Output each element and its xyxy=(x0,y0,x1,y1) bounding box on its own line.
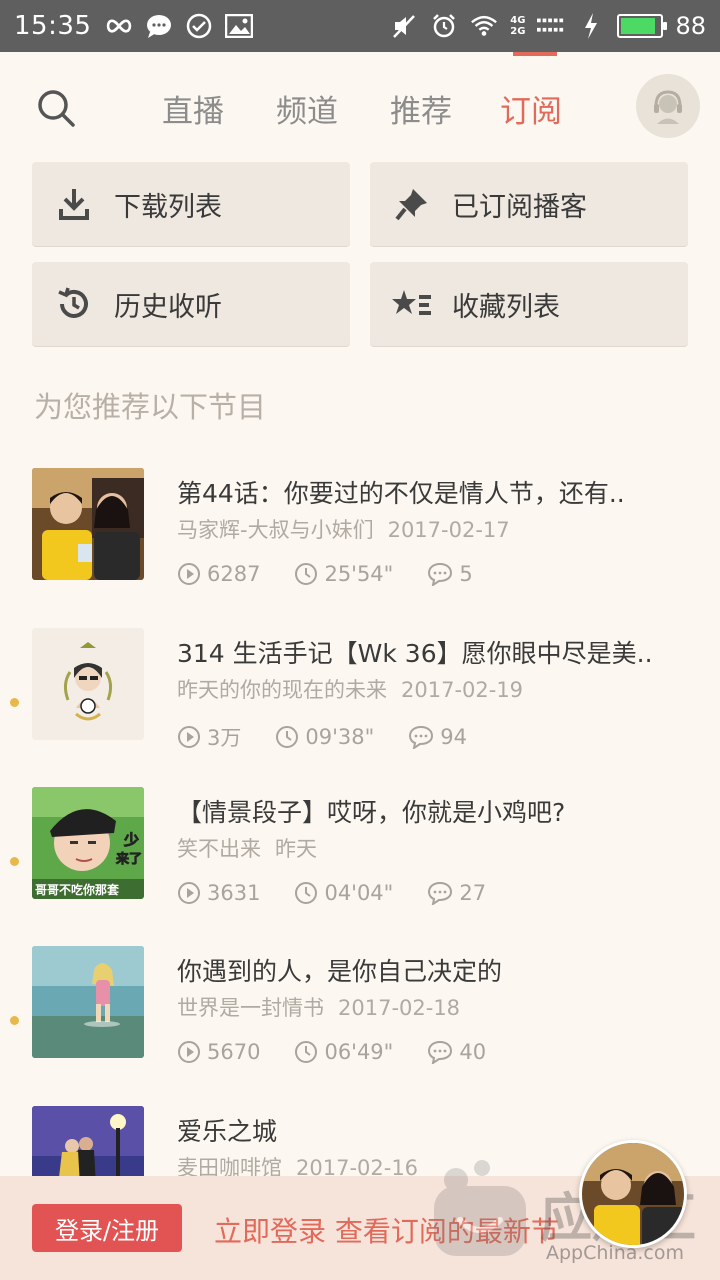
comment-icon xyxy=(428,1040,453,1064)
comment-icon xyxy=(428,562,453,586)
clock-icon xyxy=(295,1041,318,1063)
top-nav: 直播 频道 推荐 订阅 xyxy=(0,52,720,162)
play-count: 3631 xyxy=(207,881,261,905)
history-button[interactable]: 历史收听 xyxy=(32,262,350,346)
download-list-button[interactable]: 下载列表 xyxy=(32,162,350,246)
episode-date: 2017-02-17 xyxy=(387,518,510,542)
status-time: 15:35 xyxy=(14,11,92,41)
comment-count: 27 xyxy=(459,881,487,905)
list-item[interactable]: 你遇到的人，是你自己决定的 世界是一封情书 2017-02-18 5670 06'… xyxy=(0,946,720,1086)
floating-player-button[interactable] xyxy=(579,1140,687,1248)
alarm-icon xyxy=(430,12,458,40)
episode-title: 爱乐之城 xyxy=(177,1117,278,1146)
duration: 09'38" xyxy=(305,725,375,749)
episode-title: 你遇到的人，是你自己决定的 xyxy=(177,957,503,986)
search-icon[interactable] xyxy=(36,88,76,128)
thumb-text-b: 来了 xyxy=(115,851,142,867)
mute-icon xyxy=(390,12,418,40)
episode-stats: 5670 06'49" 40 xyxy=(177,1040,520,1064)
history-icon xyxy=(54,284,94,324)
wifi-icon xyxy=(470,12,498,40)
message-icon xyxy=(145,12,173,40)
download-list-label: 下载列表 xyxy=(114,191,222,223)
comment-count: 5 xyxy=(459,562,473,586)
episode-thumbnail xyxy=(32,468,144,580)
episode-date: 2017-02-18 xyxy=(338,996,461,1020)
comment-icon xyxy=(409,725,434,749)
infinity-icon xyxy=(105,12,133,40)
episode-date: 2017-02-19 xyxy=(401,678,524,702)
episode-meta: 笑不出来 昨天 xyxy=(177,833,317,863)
duration: 04'04" xyxy=(324,881,394,905)
subscribed-podcasts-label: 已订阅播客 xyxy=(452,191,587,223)
network-type: 4G 2G xyxy=(510,15,526,37)
tab-channel[interactable]: 频道 xyxy=(276,86,338,131)
image-icon xyxy=(225,12,254,40)
episode-meta: 昨天的你的现在的未来 2017-02-19 xyxy=(177,674,523,704)
tab-live[interactable]: 直播 xyxy=(162,86,224,131)
login-register-button[interactable]: 登录/注册 xyxy=(32,1204,182,1252)
favorites-button[interactable]: 收藏列表 xyxy=(370,262,688,346)
clock-icon xyxy=(295,563,318,585)
thumb-caption: 哥哥不吃你那套 xyxy=(35,882,120,897)
unread-dot xyxy=(10,1016,19,1025)
clock-icon xyxy=(295,882,318,904)
charging-icon xyxy=(577,12,605,40)
episode-title: 【情景段子】哎呀，你就是小鸡吧? xyxy=(177,798,566,827)
history-label: 历史收听 xyxy=(114,291,222,323)
active-tab-indicator xyxy=(513,52,557,56)
comment-icon xyxy=(428,881,453,905)
watermark-logo-icon xyxy=(430,1160,530,1260)
battery-icon xyxy=(617,14,668,38)
play-count: 6287 xyxy=(207,562,261,586)
list-item[interactable]: 314 生活手记【Wk 36】愿你眼中尽是美.. 昨天的你的现在的未来 2017-… xyxy=(0,628,720,768)
duration: 25'54" xyxy=(324,562,394,586)
comment-count: 40 xyxy=(459,1040,487,1064)
episode-title: 第44话：你要过的不仅是情人节，还有.. xyxy=(177,479,625,508)
play-count-icon xyxy=(178,563,200,585)
signal-icon xyxy=(537,12,565,40)
episode-thumbnail xyxy=(32,946,144,1058)
download-icon xyxy=(54,184,94,224)
tab-recommend[interactable]: 推荐 xyxy=(390,86,452,131)
episode-meta: 马家辉-大叔与小妹们 2017-02-17 xyxy=(177,514,510,544)
unread-dot xyxy=(10,698,19,707)
episode-title: 314 生活手记【Wk 36】愿你眼中尽是美.. xyxy=(177,639,653,668)
episode-meta: 世界是一封情书 2017-02-18 xyxy=(177,992,460,1022)
podcast-name[interactable]: 马家辉-大叔与小妹们 xyxy=(177,518,374,542)
headphone-user-icon xyxy=(654,90,682,124)
play-count-icon xyxy=(178,1041,200,1063)
episode-date: 昨天 xyxy=(275,837,317,861)
status-bar: 15:35 4G 2G 88 xyxy=(0,0,720,52)
star-list-icon xyxy=(392,284,432,324)
episode-thumbnail xyxy=(32,628,144,740)
play-count-icon xyxy=(178,882,200,904)
episode-stats: 3631 04'04" 27 xyxy=(177,881,520,905)
clock-icon xyxy=(276,726,299,748)
section-title: 为您推荐以下节目 xyxy=(34,390,267,424)
podcast-name[interactable]: 世界是一封情书 xyxy=(177,996,324,1020)
list-item[interactable]: 少 来了 哥哥不吃你那套 【情景段子】哎呀，你就是小鸡吧? 笑不出来 昨天 363… xyxy=(0,787,720,927)
play-count-icon xyxy=(178,726,200,748)
episode-stats: 3万 09'38" 94 xyxy=(177,722,501,752)
list-item[interactable]: 第44话：你要过的不仅是情人节，还有.. 马家辉-大叔与小妹们 2017-02-1… xyxy=(0,468,720,608)
subscribed-podcasts-button[interactable]: 已订阅播客 xyxy=(370,162,688,246)
thumb-text-a: 少 xyxy=(123,831,139,849)
unread-dot xyxy=(10,857,19,866)
play-count: 3万 xyxy=(207,726,242,750)
favorites-label: 收藏列表 xyxy=(452,291,560,323)
episode-thumbnail: 少 来了 哥哥不吃你那套 xyxy=(32,787,144,899)
duration: 06'49" xyxy=(324,1040,394,1064)
podcast-name[interactable]: 昨天的你的现在的未来 xyxy=(177,678,387,702)
play-count: 5670 xyxy=(207,1040,261,1064)
watermark-url: AppChina.com xyxy=(546,1242,685,1264)
episode-stats: 6287 25'54" 5 xyxy=(177,562,507,586)
pin-icon xyxy=(392,184,432,224)
avatar[interactable] xyxy=(636,74,700,138)
battery-level: 88 xyxy=(675,12,706,40)
check-circle-icon xyxy=(185,12,213,40)
podcast-name[interactable]: 笑不出来 xyxy=(177,837,261,861)
comment-count: 94 xyxy=(440,725,467,749)
tab-subscribe[interactable]: 订阅 xyxy=(500,86,562,131)
